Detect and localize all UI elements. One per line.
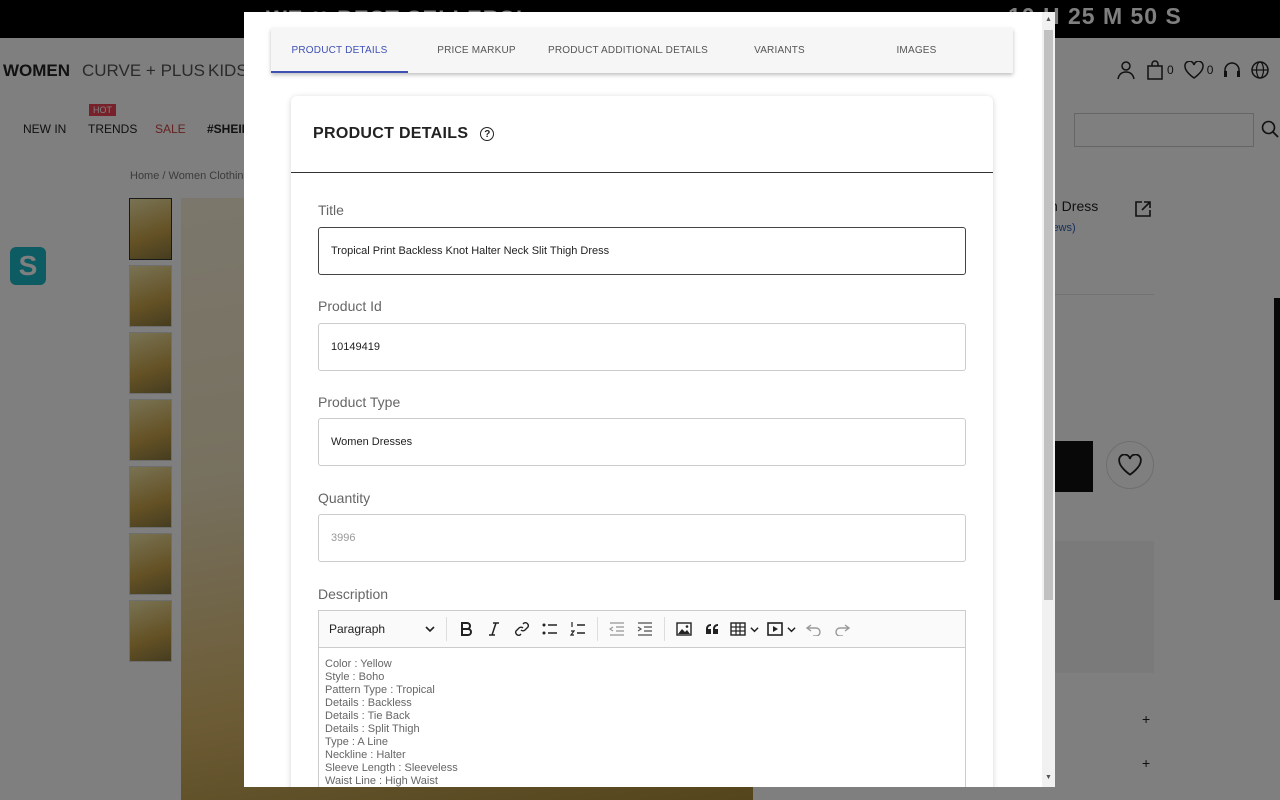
description-line: Details : Split Thigh bbox=[325, 723, 420, 735]
numbered-list-icon bbox=[570, 622, 585, 636]
tab-product-details[interactable]: PRODUCT DETAILS bbox=[271, 28, 408, 73]
tab-images[interactable]: IMAGES bbox=[848, 28, 985, 73]
scroll-up-icon[interactable]: ▲ bbox=[1045, 16, 1052, 23]
product-import-modal: PRODUCT DETAILS PRICE MARKUP PRODUCT ADD… bbox=[244, 12, 1055, 787]
quantity-input[interactable]: 3996 bbox=[318, 514, 966, 562]
image-icon bbox=[676, 622, 692, 636]
indent-button[interactable] bbox=[631, 615, 659, 643]
indent-icon bbox=[637, 622, 652, 636]
quantity-label: Quantity bbox=[318, 490, 371, 506]
description-editor: Paragraph Color: Yellow Style: Boho Pa… bbox=[318, 610, 966, 787]
scrollbar-thumb[interactable] bbox=[1044, 30, 1053, 600]
chevron-down-icon bbox=[749, 626, 759, 632]
description-line: Color : Yellow bbox=[325, 658, 392, 670]
title-input[interactable]: Tropical Print Backless Knot Halter Neck… bbox=[318, 227, 966, 275]
bold-icon bbox=[461, 622, 472, 636]
bulleted-list-icon bbox=[542, 623, 557, 635]
quote-icon bbox=[706, 624, 718, 634]
toolbar-separator bbox=[446, 617, 447, 641]
product-type-label: Product Type bbox=[318, 394, 401, 410]
insert-table-button[interactable] bbox=[726, 615, 762, 643]
media-icon bbox=[766, 622, 783, 636]
link-icon bbox=[515, 622, 529, 636]
insert-media-button[interactable] bbox=[762, 615, 800, 643]
bold-button[interactable] bbox=[452, 615, 480, 643]
description-line: Neckline : Halter bbox=[325, 749, 406, 761]
tab-variants[interactable]: VARIANTS bbox=[711, 28, 848, 73]
description-line: Sleeve Length : Sleeveless bbox=[325, 762, 458, 774]
table-icon bbox=[729, 622, 746, 636]
modal-scrollbar[interactable]: ▲ ▼ bbox=[1042, 12, 1055, 787]
outdent-button[interactable] bbox=[603, 615, 631, 643]
redo-button[interactable] bbox=[828, 615, 856, 643]
italic-button[interactable] bbox=[480, 615, 508, 643]
card-title: PRODUCT DETAILS bbox=[313, 125, 469, 142]
product-type-input[interactable]: Women Dresses bbox=[318, 418, 966, 466]
tab-bar: PRODUCT DETAILS PRICE MARKUP PRODUCT ADD… bbox=[271, 28, 1013, 73]
help-icon[interactable]: ? bbox=[480, 127, 495, 141]
blockquote-button[interactable] bbox=[698, 615, 726, 643]
description-line: Pattern Type : Tropical bbox=[325, 684, 435, 696]
description-line: Waist Line : High Waist bbox=[325, 775, 438, 787]
undo-button[interactable] bbox=[800, 615, 828, 643]
bulleted-list-button[interactable] bbox=[536, 615, 564, 643]
description-line: Details : Tie Back bbox=[325, 710, 410, 722]
outdent-icon bbox=[609, 622, 624, 636]
title-label: Title bbox=[318, 202, 344, 218]
chevron-down-icon bbox=[786, 626, 796, 632]
product-id-input[interactable]: 10149419 bbox=[318, 323, 966, 371]
toolbar-separator bbox=[664, 617, 665, 641]
link-button[interactable] bbox=[508, 615, 536, 643]
tab-product-additional-details[interactable]: PRODUCT ADDITIONAL DETAILS bbox=[545, 28, 711, 73]
product-id-label: Product Id bbox=[318, 298, 382, 314]
block-format-value: Paragraph bbox=[329, 622, 386, 636]
description-line: Style : Boho bbox=[325, 671, 385, 683]
numbered-list-button[interactable] bbox=[564, 615, 592, 643]
scroll-down-icon[interactable]: ▼ bbox=[1045, 774, 1052, 781]
redo-icon bbox=[835, 624, 850, 636]
undo-icon bbox=[806, 624, 821, 636]
toolbar-separator bbox=[597, 617, 598, 641]
description-line: Details : Backless bbox=[325, 697, 412, 709]
description-label: Description bbox=[318, 586, 389, 602]
block-format-dropdown[interactable]: Paragraph bbox=[323, 615, 441, 643]
product-details-card: PRODUCT DETAILS ? Title Tropical Print B… bbox=[291, 96, 993, 787]
tab-price-markup[interactable]: PRICE MARKUP bbox=[408, 28, 545, 73]
insert-image-button[interactable] bbox=[670, 615, 698, 643]
description-content[interactable]: Color : Yellow Style : Boho Pattern Type… bbox=[319, 648, 965, 787]
editor-toolbar: Paragraph bbox=[319, 611, 965, 648]
chevron-down-icon bbox=[425, 626, 435, 633]
card-header: PRODUCT DETAILS ? bbox=[291, 96, 993, 173]
italic-icon bbox=[489, 622, 499, 636]
description-line: Type : A Line bbox=[325, 736, 388, 748]
